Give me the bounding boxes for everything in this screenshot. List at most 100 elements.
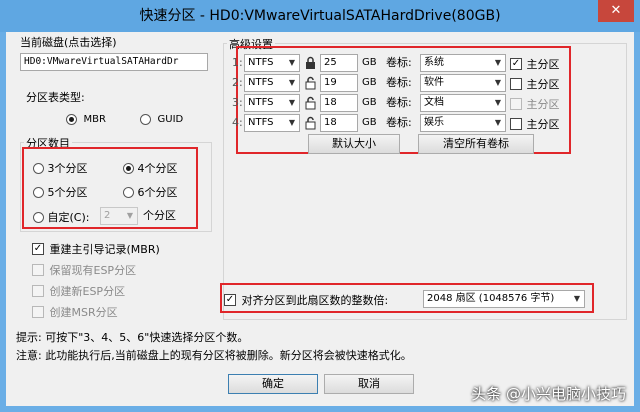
radio-mbr-dot[interactable] [66,113,77,125]
cancel-button[interactable]: 取消 [324,374,414,394]
partition-row-prefix: 2: [232,76,243,89]
radio-custom-partitions[interactable]: 自定(C): [33,209,89,225]
chevron-down-icon: ▼ [494,78,502,87]
volume-label-caption: 卷标: [386,116,412,129]
disk-label: 当前磁盘(点击选择) [20,36,117,49]
align-sector-value: 2048 扇区 (1048576 字节) [427,293,555,304]
radio-custom-label: 自定(C): [47,211,90,224]
primary-partition-option[interactable]: 主分区 [510,96,560,112]
primary-partition-label: 主分区 [526,58,560,71]
default-size-button[interactable]: 默认大小 [308,134,400,154]
radio-3-partitions[interactable]: 3个分区 [33,160,88,176]
volume-label-value: 软件 [424,77,444,88]
fs-type-combo[interactable]: NTFS ▼ [244,74,300,92]
volume-label-combo[interactable]: 文档 ▼ [420,94,506,112]
radio-5-dot[interactable] [33,186,44,198]
chevron-down-icon: ▼ [494,118,502,127]
radio-4-partitions[interactable]: 4个分区 [123,160,178,176]
radio-6-dot[interactable] [123,186,134,198]
radio-4-dot[interactable] [123,162,134,174]
hint-text: 提示: 可按下"3、4、5、6"快速选择分区个数。 [16,331,249,344]
radio-3-label: 3个分区 [47,162,88,175]
partition-size-input[interactable]: 19 [320,74,358,92]
primary-partition-option[interactable]: ✓ 主分区 [510,56,560,72]
align-checkbox[interactable]: ✓ [224,294,236,306]
volume-label-value: 文档 [424,97,444,108]
primary-partition-checkbox[interactable] [510,118,522,130]
align-sector-combo[interactable]: 2048 扇区 (1048576 字节) ▼ [423,290,585,308]
disk-value: HD0:VMwareVirtualSATAHardDr [24,56,179,67]
create-esp-checkbox[interactable] [32,285,44,297]
chevron-down-icon: ▼ [494,58,502,67]
primary-partition-option[interactable]: 主分区 [510,76,560,92]
disk-selector[interactable]: HD0:VMwareVirtualSATAHardDr [20,53,208,71]
lock-icon[interactable] [304,56,317,70]
clear-labels-button[interactable]: 清空所有卷标 [418,134,534,154]
volume-label-combo[interactable]: 娱乐 ▼ [420,114,506,132]
partition-size-value: 25 [324,57,337,68]
keep-esp-checkbox[interactable] [32,264,44,276]
partition-size-input[interactable]: 18 [320,94,358,112]
primary-partition-checkbox[interactable] [510,78,522,90]
partition-size-value: 18 [324,97,337,108]
partition-size-value: 19 [324,77,337,88]
unlock-icon[interactable] [304,96,317,110]
chevron-down-icon: ▼ [126,211,134,220]
watermark-text: 头条 @小兴电脑小技巧 [471,385,626,403]
radio-4-label: 4个分区 [137,162,178,175]
radio-custom-dot[interactable] [33,211,44,223]
partition-size-input[interactable]: 18 [320,114,358,132]
radio-guid-dot[interactable] [140,113,151,125]
primary-partition-label: 主分区 [526,98,560,111]
partition-size-input[interactable]: 25 [320,54,358,72]
volume-label-value: 系统 [424,57,444,68]
table-type-label: 分区表类型: [26,91,85,104]
dialog-client: 当前磁盘(点击选择) HD0:VMwareVirtualSATAHardDr 分… [6,32,634,406]
radio-6-partitions[interactable]: 6个分区 [123,184,178,200]
create-msr-checkbox[interactable] [32,306,44,318]
size-unit-label: GB [362,97,377,108]
volume-label-combo[interactable]: 系统 ▼ [420,54,506,72]
ok-button[interactable]: 确定 [228,374,318,394]
primary-partition-checkbox[interactable] [510,98,522,110]
option-keep-esp[interactable]: 保留现有ESP分区 [32,262,136,278]
primary-partition-option[interactable]: 主分区 [510,116,560,132]
unlock-icon[interactable] [304,76,317,90]
primary-partition-checkbox[interactable]: ✓ [510,58,522,70]
size-unit-label: GB [362,77,377,88]
close-icon: ✕ [610,3,622,18]
rebuild-mbr-checkbox[interactable]: ✓ [32,243,44,255]
radio-3-dot[interactable] [33,162,44,174]
align-label: 对齐分区到此扇区数的整数倍: [241,294,389,307]
fs-type-combo[interactable]: NTFS ▼ [244,114,300,132]
volume-label-caption: 卷标: [386,56,412,69]
fs-type-value: NTFS [248,57,274,68]
close-button[interactable]: ✕ [598,0,634,22]
partition-size-value: 18 [324,117,337,128]
radio-mbr[interactable]: MBR [66,112,106,125]
volume-label-combo[interactable]: 软件 ▼ [420,74,506,92]
chevron-down-icon: ▼ [288,78,296,87]
option-create-esp[interactable]: 创建新ESP分区 [32,283,125,299]
title-bar[interactable]: 快速分区 - HD0:VMwareVirtualSATAHardDrive(80… [0,0,640,32]
fs-type-combo[interactable]: NTFS ▼ [244,54,300,72]
fs-type-combo[interactable]: NTFS ▼ [244,94,300,112]
volume-label-caption: 卷标: [386,96,412,109]
unlock-icon[interactable] [304,116,317,130]
radio-guid[interactable]: GUID [140,112,183,125]
partition-row-prefix: 3: [232,96,243,109]
custom-count-combo[interactable]: 2 ▼ [100,207,138,225]
chevron-down-icon: ▼ [288,58,296,67]
warning-text: 注意: 此功能执行后,当前磁盘上的现有分区将被删除。新分区将会被快速格式化。 [16,349,412,362]
partition-row-prefix: 4: [232,116,243,129]
radio-guid-label: GUID [157,113,184,125]
radio-mbr-label: MBR [83,113,106,125]
create-msr-label: 创建MSR分区 [49,306,118,319]
option-rebuild-mbr[interactable]: ✓ 重建主引导记录(MBR) [32,241,160,257]
option-create-msr[interactable]: 创建MSR分区 [32,304,118,320]
option-align[interactable]: ✓ 对齐分区到此扇区数的整数倍: [224,292,388,308]
volume-label-value: 娱乐 [424,117,444,128]
radio-5-partitions[interactable]: 5个分区 [33,184,88,200]
fs-type-value: NTFS [248,117,274,128]
size-unit-label: GB [362,117,377,128]
